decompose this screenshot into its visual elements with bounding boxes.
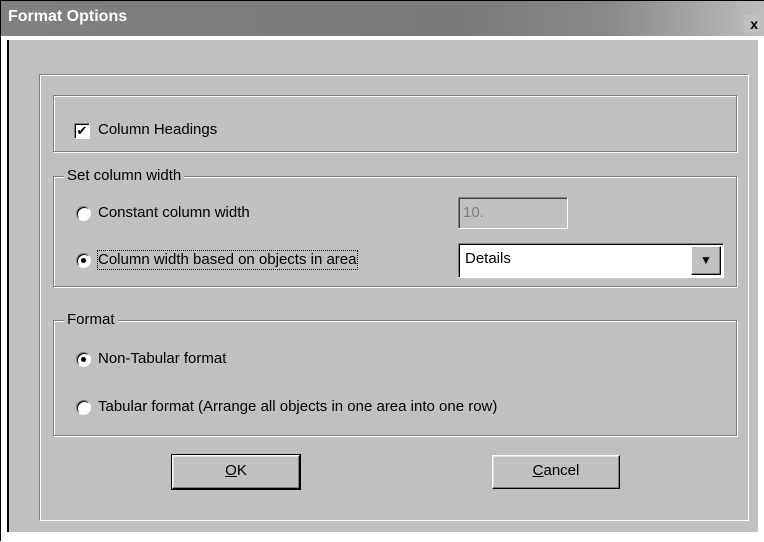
chevron-down-icon[interactable]: ▼ — [691, 246, 721, 275]
constant-width-label: Constant column width — [98, 204, 250, 221]
dialog-title: Format Options — [8, 8, 128, 25]
format-options-dialog: Format Options x ✔ Column Headings Set c… — [0, 0, 764, 542]
objects-width-radio[interactable] — [76, 253, 91, 268]
options-panel: ✔ Column Headings Set column width Const… — [39, 74, 749, 521]
area-select-value: Details — [465, 250, 511, 267]
radio-selected-dot — [81, 357, 86, 362]
tabular-radio[interactable] — [76, 400, 91, 415]
ok-mnemonic: O — [225, 462, 237, 479]
format-group: Format Non-Tabular format Tabular format… — [53, 311, 737, 436]
column-width-legend: Set column width — [64, 167, 185, 185]
column-headings-label: Column Headings — [98, 121, 218, 138]
title-bar[interactable]: Format Options x — [1, 1, 764, 36]
frame-left-edge — [7, 40, 9, 542]
format-legend: Format — [64, 311, 118, 329]
constant-width-radio[interactable] — [76, 206, 91, 221]
non-tabular-label: Non-Tabular format — [98, 350, 227, 367]
cancel-label-rest: ancel — [543, 462, 580, 479]
objects-width-label: Column width based on objects in area — [97, 250, 358, 270]
checkmark-icon: ✔ — [76, 123, 88, 138]
cancel-mnemonic: C — [532, 462, 544, 479]
non-tabular-radio[interactable] — [76, 352, 91, 367]
close-icon[interactable]: x — [744, 15, 760, 33]
ok-button[interactable]: OK — [171, 454, 301, 490]
constant-width-input[interactable]: 10. — [458, 197, 568, 229]
column-headings-checkbox[interactable]: ✔ — [74, 123, 90, 139]
tabular-label: Tabular format (Arrange all objects in o… — [98, 398, 498, 415]
radio-selected-dot — [81, 258, 86, 263]
cancel-button[interactable]: Cancel — [492, 455, 620, 489]
area-select[interactable]: Details ▼ — [458, 243, 724, 278]
frame-right — [758, 36, 764, 542]
ok-label-rest: K — [236, 462, 247, 479]
column-headings-group: ✔ Column Headings — [53, 95, 737, 152]
column-width-group: Set column width Constant column width 1… — [53, 167, 737, 287]
frame-top — [1, 36, 764, 40]
